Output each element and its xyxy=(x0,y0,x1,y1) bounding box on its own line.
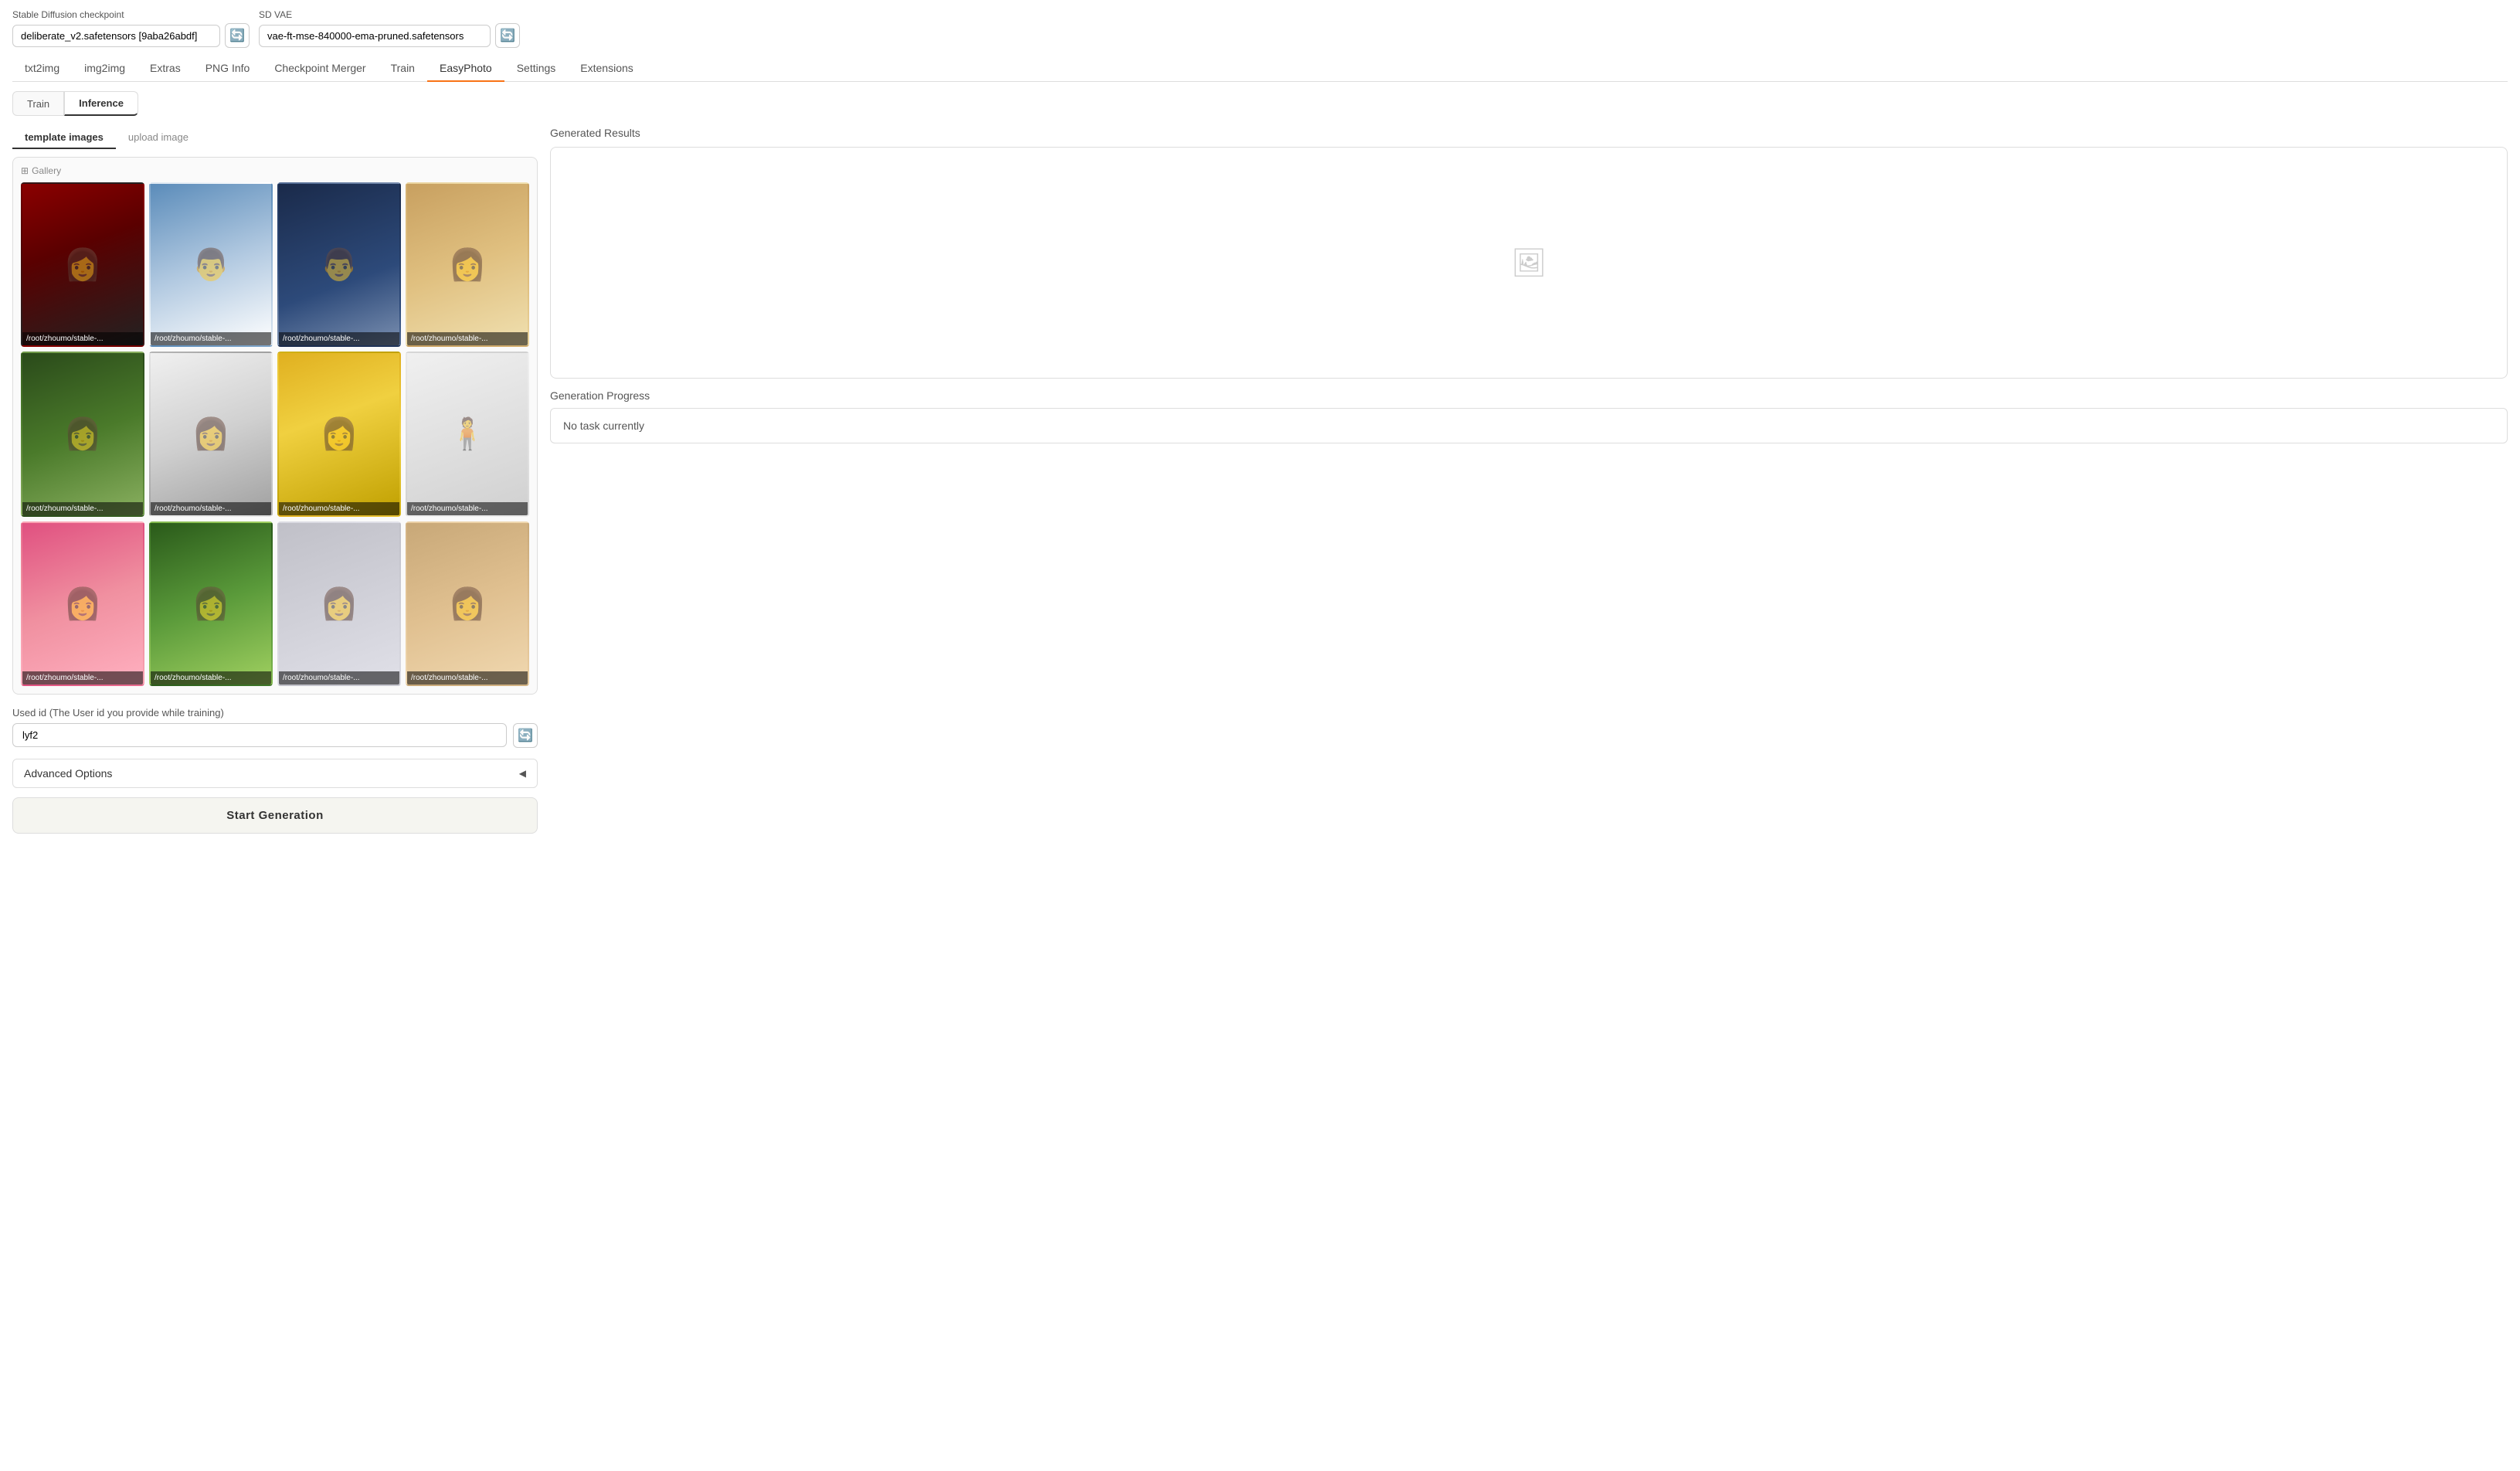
advanced-options-toggle[interactable]: Advanced Options ◀ xyxy=(12,759,538,788)
nav-tabs: txt2img img2img Extras PNG Info Checkpoi… xyxy=(12,56,2508,82)
collapse-icon: ◀ xyxy=(519,768,526,779)
tab-txt2img[interactable]: txt2img xyxy=(12,56,72,82)
gallery-item[interactable]: 👩 /root/zhoumo/stable-... xyxy=(21,521,144,686)
gallery-item[interactable]: 👩 /root/zhoumo/stable-... xyxy=(406,182,529,347)
vae-label: SD VAE xyxy=(259,9,520,20)
gallery-label: ⊞ Gallery xyxy=(21,165,529,176)
checkpoint-label: Stable Diffusion checkpoint xyxy=(12,9,250,20)
user-id-section: Used id (The User id you provide while t… xyxy=(12,707,538,748)
refresh-icon-2: 🔄 xyxy=(500,28,515,43)
subtab-train[interactable]: Train xyxy=(12,91,64,116)
refresh-icon-3: 🔄 xyxy=(518,728,533,743)
template-upload-tabs: template images upload image xyxy=(12,127,538,149)
start-generation-button[interactable]: Start Generation xyxy=(12,797,538,834)
generated-image-box: 🖼 xyxy=(550,147,2508,379)
tab-png-info[interactable]: PNG Info xyxy=(193,56,263,82)
gallery-item[interactable]: 👩 /root/zhoumo/stable-... xyxy=(277,352,401,516)
gallery-item[interactable]: 👨 /root/zhoumo/stable-... xyxy=(277,182,401,347)
checkpoint-select[interactable]: deliberate_v2.safetensors [9aba26abdf] xyxy=(12,25,220,47)
gallery-grid: 👩 /root/zhoumo/stable-... 👨 /root/zhoumo… xyxy=(21,182,529,686)
generated-results-label: Generated Results xyxy=(550,127,2508,139)
vae-refresh-button[interactable]: 🔄 xyxy=(495,23,520,48)
gallery-icon: ⊞ xyxy=(21,165,29,176)
image-placeholder-icon: 🖼 xyxy=(1511,246,1547,279)
gallery-item[interactable]: 👩 /root/zhoumo/stable-... xyxy=(406,521,529,686)
progress-box: No task currently xyxy=(550,408,2508,443)
gallery-item[interactable]: 👨 /root/zhoumo/stable-... xyxy=(149,182,273,347)
tab-extras[interactable]: Extras xyxy=(138,56,193,82)
gallery-container: ⊞ Gallery 👩 /root/zhoumo/stable-... 👨 /r… xyxy=(12,157,538,695)
subtab-inference[interactable]: Inference xyxy=(64,91,138,116)
tab-extensions[interactable]: Extensions xyxy=(568,56,645,82)
tab-settings[interactable]: Settings xyxy=(504,56,569,82)
user-id-refresh-button[interactable]: 🔄 xyxy=(513,723,538,748)
tab-template-images[interactable]: template images xyxy=(12,127,116,149)
user-id-label: Used id (The User id you provide while t… xyxy=(12,707,538,719)
gallery-item[interactable]: 👩 /root/zhoumo/stable-... xyxy=(21,182,144,347)
tab-easyphoto[interactable]: EasyPhoto xyxy=(427,56,504,82)
progress-text: No task currently xyxy=(563,420,644,432)
refresh-icon: 🔄 xyxy=(229,28,245,43)
gallery-item[interactable]: 👩 /root/zhoumo/stable-... xyxy=(149,352,273,516)
gallery-item[interactable]: 👩 /root/zhoumo/stable-... xyxy=(277,521,401,686)
tab-train[interactable]: Train xyxy=(379,56,427,82)
gallery-item[interactable]: 🧍 /root/zhoumo/stable-... xyxy=(406,352,529,516)
vae-select[interactable]: vae-ft-mse-840000-ema-pruned.safetensors xyxy=(259,25,491,47)
checkpoint-refresh-button[interactable]: 🔄 xyxy=(225,23,250,48)
sub-tabs: Train Inference xyxy=(12,91,2508,116)
tab-checkpoint-merger[interactable]: Checkpoint Merger xyxy=(262,56,378,82)
generation-progress-label: Generation Progress xyxy=(550,389,2508,402)
gallery-item[interactable]: 👩 /root/zhoumo/stable-... xyxy=(21,352,144,516)
gallery-item[interactable]: 👩 /root/zhoumo/stable-... xyxy=(149,521,273,686)
user-id-select[interactable]: lyf2 xyxy=(12,723,507,747)
tab-img2img[interactable]: img2img xyxy=(72,56,138,82)
tab-upload-image[interactable]: upload image xyxy=(116,127,201,149)
advanced-options-label: Advanced Options xyxy=(24,767,112,780)
